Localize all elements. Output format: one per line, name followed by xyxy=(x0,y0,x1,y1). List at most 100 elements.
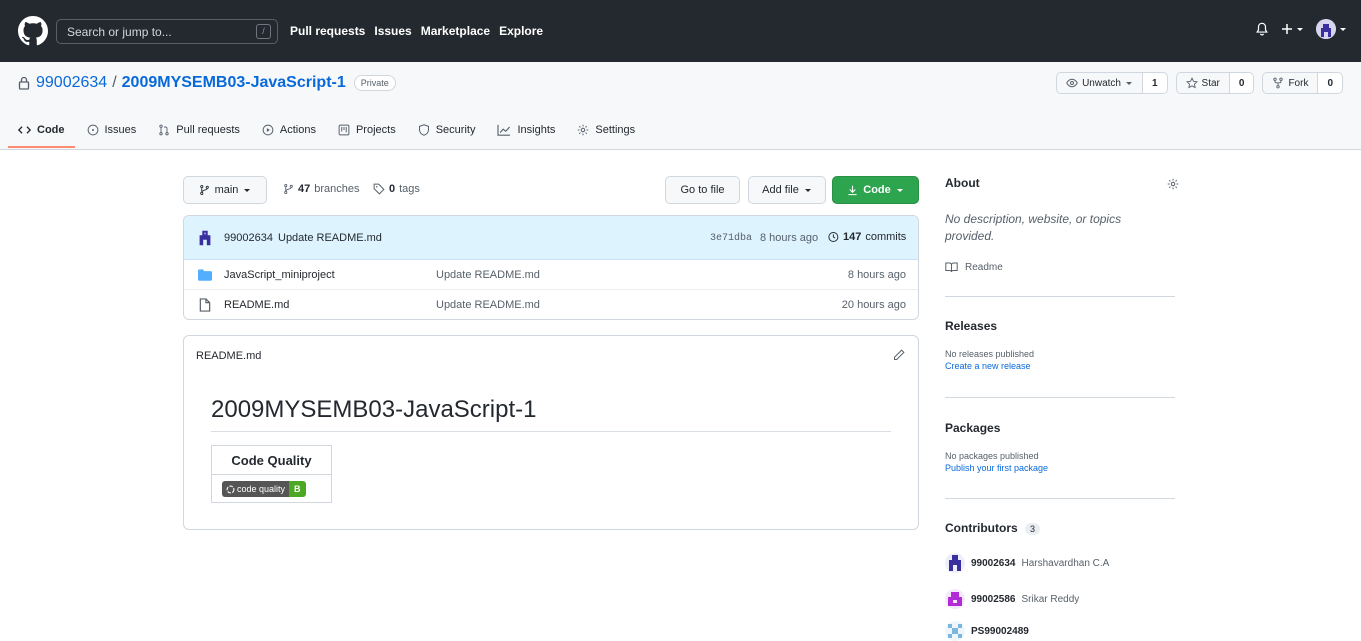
tab-projects[interactable]: Projects xyxy=(338,112,396,148)
contributors-count: 3 xyxy=(1025,523,1041,535)
gear-icon[interactable] xyxy=(1167,178,1179,190)
star-count[interactable]: 0 xyxy=(1229,72,1255,94)
create-release-link[interactable]: Create a new release xyxy=(945,361,1034,371)
contributor-item[interactable]: 99002586 Srikar Reddy xyxy=(945,589,1079,609)
tags-link[interactable]: 0 tags xyxy=(373,183,420,195)
commit-sha[interactable]: 3e71dba xyxy=(710,233,752,244)
fork-button[interactable]: Fork xyxy=(1262,72,1319,94)
watch-count[interactable]: 1 xyxy=(1142,72,1168,94)
about-description: No description, website, or topics provi… xyxy=(945,212,1122,243)
tags-count: 0 xyxy=(389,183,396,195)
code-quality-badge[interactable]: code quality B xyxy=(222,481,306,497)
add-file-button[interactable]: Add file xyxy=(748,176,826,204)
tab-code-label: Code xyxy=(37,124,65,136)
unwatch-button[interactable]: Unwatch xyxy=(1056,72,1143,94)
fork-count[interactable]: 0 xyxy=(1318,72,1343,94)
file-commit-time: 20 hours ago xyxy=(841,299,906,311)
caret-down-icon xyxy=(1297,28,1303,31)
tab-code[interactable]: Code xyxy=(8,112,74,148)
file-commit-message[interactable]: Update README.md xyxy=(436,299,540,311)
plus-icon xyxy=(1282,24,1292,34)
search-input[interactable]: Search or jump to... / xyxy=(56,19,278,44)
commit-author-avatar[interactable] xyxy=(196,229,214,247)
nav-issues[interactable]: Issues xyxy=(374,24,411,38)
star-button[interactable]: Star xyxy=(1175,72,1230,94)
file-name[interactable]: JavaScript_miniproject xyxy=(224,269,335,281)
commit-message[interactable]: Update README.md xyxy=(278,232,382,244)
packages-title[interactable]: Packages xyxy=(945,421,1048,435)
search-placeholder: Search or jump to... xyxy=(67,25,172,39)
about-section: About No description, website, or topics… xyxy=(945,176,1179,273)
releases-title[interactable]: Releases xyxy=(945,319,1034,333)
tab-settings[interactable]: Settings xyxy=(577,112,635,148)
go-to-file-button[interactable]: Go to file xyxy=(665,176,740,204)
readme-link[interactable]: Readme xyxy=(945,262,1003,273)
caret-down-icon xyxy=(896,189,903,192)
repo-actions: Unwatch 1 Star 0 Fork 0 xyxy=(1056,72,1343,94)
path-separator: / xyxy=(112,74,117,91)
file-navigation: main 47 branches 0 tags Go to file Add f… xyxy=(183,176,919,204)
pencil-icon[interactable] xyxy=(893,349,905,361)
nav-marketplace[interactable]: Marketplace xyxy=(421,24,490,38)
create-new-dropdown[interactable] xyxy=(1281,23,1304,35)
contributor-avatar xyxy=(945,553,965,573)
tab-pull-requests[interactable]: Pull requests xyxy=(158,112,240,148)
repo-name-link[interactable]: 2009MYSEMB03-JavaScript-1 xyxy=(122,74,346,92)
branch-icon xyxy=(199,185,209,195)
file-row[interactable]: README.md Update README.md 20 hours ago xyxy=(184,290,918,319)
contributor-item[interactable]: 99002634 Harshavardhan C.A xyxy=(945,553,1109,573)
commits-link[interactable]: 147 commits xyxy=(827,231,906,243)
file-commit-message[interactable]: Update README.md xyxy=(436,269,540,281)
nav-explore[interactable]: Explore xyxy=(499,24,543,38)
tab-issues[interactable]: Issues xyxy=(87,112,137,148)
tab-actions[interactable]: Actions xyxy=(262,112,316,148)
badge-label-part: code quality xyxy=(222,481,290,497)
slash-shortcut-hint: / xyxy=(256,24,271,39)
code-quality-table: Code Quality code quality B xyxy=(211,445,332,503)
branch-name: main xyxy=(214,184,239,196)
watch-group: Unwatch 1 xyxy=(1056,72,1168,94)
lock-icon xyxy=(18,76,30,90)
branch-select-button[interactable]: main xyxy=(183,176,267,204)
contributor-login: 99002586 xyxy=(971,593,1016,605)
readme-link-label: Readme xyxy=(965,262,1003,273)
gear-icon xyxy=(577,124,589,136)
file-row[interactable]: JavaScript_miniproject Update README.md … xyxy=(184,260,918,290)
repo-title: 99002634 / 2009MYSEMB03-JavaScript-1 Pri… xyxy=(18,74,396,92)
readme-heading: 2009MYSEMB03-JavaScript-1 xyxy=(211,396,537,423)
branches-link[interactable]: 47 branches xyxy=(283,183,360,195)
table-header: Code Quality xyxy=(212,446,331,475)
folder-icon xyxy=(198,269,212,281)
sidebar-divider xyxy=(945,397,1175,398)
user-avatar xyxy=(1316,19,1336,39)
repo-tabs: Code Issues Pull requests Actions Projec… xyxy=(8,112,635,148)
github-logo-icon[interactable] xyxy=(18,16,48,46)
sidebar-divider xyxy=(945,498,1175,499)
releases-section: Releases No releases published Create a … xyxy=(945,319,1034,371)
add-file-label: Add file xyxy=(762,184,799,196)
code-icon xyxy=(18,124,31,136)
tab-issues-label: Issues xyxy=(104,124,137,136)
caret-down-icon xyxy=(244,189,251,192)
file-name[interactable]: README.md xyxy=(224,299,289,311)
releases-empty: No releases published xyxy=(945,349,1035,359)
eye-icon xyxy=(1066,78,1078,88)
user-menu[interactable] xyxy=(1316,19,1347,39)
publish-package-link[interactable]: Publish your first package xyxy=(945,463,1048,473)
tab-insights[interactable]: Insights xyxy=(497,112,555,148)
tab-security[interactable]: Security xyxy=(418,112,475,148)
tag-icon xyxy=(373,183,385,195)
branches-label: branches xyxy=(314,183,360,195)
contributor-item[interactable]: PS99002489 xyxy=(945,621,1029,641)
contributor-name: Srikar Reddy xyxy=(1021,593,1080,605)
commit-author[interactable]: 99002634 xyxy=(224,232,273,244)
contributors-title[interactable]: Contributors xyxy=(945,521,1018,535)
repo-owner-link[interactable]: 99002634 xyxy=(36,74,107,92)
about-title: About xyxy=(945,176,980,190)
code-download-button[interactable]: Code xyxy=(832,176,919,204)
nav-pull-requests[interactable]: Pull requests xyxy=(290,24,365,38)
commit-time: 8 hours ago xyxy=(760,232,819,244)
tab-pull-requests-label: Pull requests xyxy=(176,124,240,136)
tab-projects-label: Projects xyxy=(355,124,396,136)
bell-icon[interactable] xyxy=(1255,22,1269,36)
